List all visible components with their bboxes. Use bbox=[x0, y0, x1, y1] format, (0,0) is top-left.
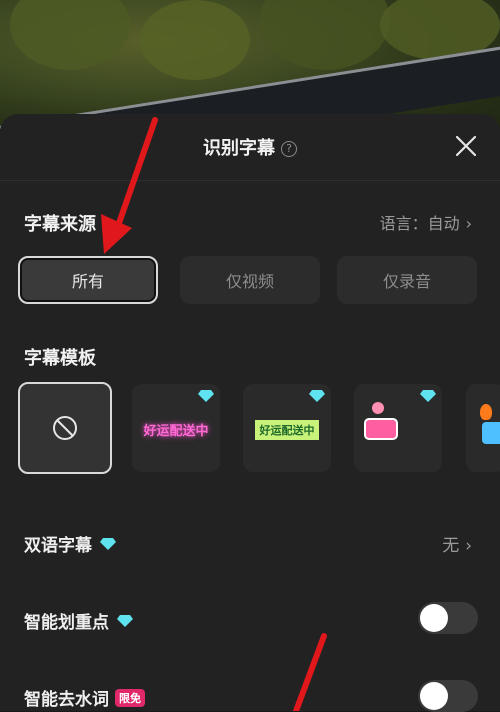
annotation-arrow bbox=[101, 117, 327, 711]
